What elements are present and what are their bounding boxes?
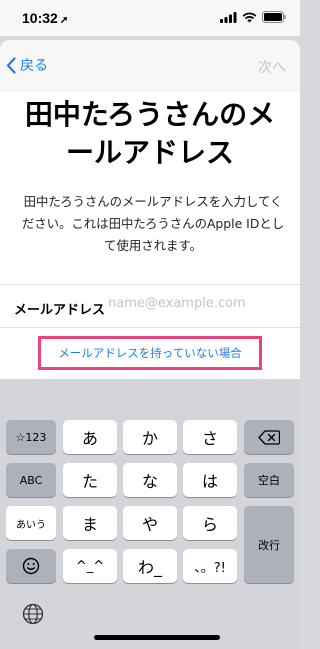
key-ya[interactable]: や — [123, 506, 177, 540]
key-a[interactable]: あ — [63, 420, 117, 454]
location-icon: ➚ — [59, 15, 69, 26]
account-sheet: 戻る 次へ 田中たろうさんのメールアドレス 田中たろうさんのメールアドレスを入力… — [0, 40, 300, 379]
key-return[interactable]: 改行 — [244, 506, 294, 583]
next-button[interactable]: 次へ — [258, 57, 286, 77]
key-ma[interactable]: ま — [63, 506, 117, 540]
key-sa[interactable]: さ — [183, 420, 237, 454]
key-ha[interactable]: は — [183, 463, 237, 497]
navigation-bar: 戻る 次へ — [0, 40, 300, 92]
key-kaomoji[interactable]: ^_^ — [63, 549, 117, 583]
status-bar: 10:32 ➚ — [0, 0, 300, 36]
key-wa[interactable]: わ_ — [123, 549, 177, 583]
key-ra[interactable]: ら — [183, 506, 237, 540]
status-icons — [220, 11, 286, 23]
back-label: 戻る — [20, 58, 48, 74]
key-kana[interactable]: あいう — [6, 506, 56, 540]
key-backspace[interactable] — [244, 420, 294, 454]
divider — [0, 284, 300, 285]
key-ka[interactable]: か — [123, 420, 177, 454]
email-field[interactable] — [108, 296, 288, 311]
key-na[interactable]: な — [123, 463, 177, 497]
globe-icon[interactable] — [22, 603, 44, 629]
no-email-link[interactable]: メールアドレスを持っていない場合 — [38, 336, 262, 370]
back-button[interactable]: 戻る — [6, 55, 48, 75]
chevron-left-icon — [6, 56, 16, 74]
key-emoji[interactable] — [6, 549, 56, 583]
divider — [0, 327, 300, 328]
key-ta[interactable]: た — [63, 463, 117, 497]
key-symbols[interactable]: ☆123 — [6, 420, 56, 454]
wifi-icon — [242, 12, 257, 22]
email-field-label: メールアドレス — [14, 303, 106, 318]
emoji-icon — [22, 557, 40, 575]
battery-icon — [262, 11, 286, 23]
status-time: 10:32 ➚ — [22, 10, 69, 26]
key-abc[interactable]: ABC — [6, 463, 56, 497]
key-punctuation[interactable]: 、。?! — [183, 549, 237, 583]
signal-icon — [220, 11, 237, 23]
page-description: 田中たろうさんのメールアドレスを入力してください。これは田中たろうさんのAppl… — [21, 194, 285, 253]
home-indicator — [94, 635, 220, 640]
page-title: 田中たろうさんのメールアドレス — [24, 98, 276, 169]
backspace-icon — [258, 429, 280, 445]
key-space[interactable]: 空白 — [244, 463, 294, 497]
